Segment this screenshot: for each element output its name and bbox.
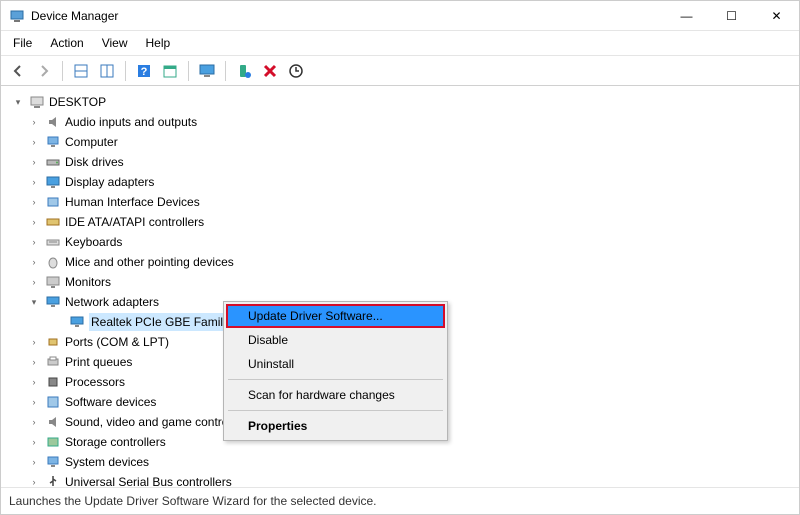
nic-icon — [69, 314, 85, 330]
toolbar-update-icon[interactable] — [285, 60, 307, 82]
ctx-separator — [228, 410, 443, 411]
hid-icon — [45, 194, 61, 210]
tree-node-disk[interactable]: ›Disk drives — [5, 152, 795, 172]
tree-node-mice[interactable]: ›Mice and other pointing devices — [5, 252, 795, 272]
computer-icon — [45, 134, 61, 150]
toolbar-grid2-icon[interactable] — [96, 60, 118, 82]
tree-node-keyboards[interactable]: ›Keyboards — [5, 232, 795, 252]
app-icon — [9, 8, 25, 24]
chevron-right-icon[interactable]: › — [27, 473, 41, 486]
titlebar: Device Manager — ☐ ✕ — [1, 1, 799, 31]
ctx-scan-hardware[interactable]: Scan for hardware changes — [226, 383, 445, 407]
toolbar-calendar-icon[interactable] — [159, 60, 181, 82]
chevron-right-icon[interactable]: › — [27, 353, 41, 371]
chevron-right-icon[interactable]: › — [27, 253, 41, 271]
toolbar-add-icon[interactable] — [233, 60, 255, 82]
ctx-separator — [228, 379, 443, 380]
context-menu: Update Driver Software... Disable Uninst… — [223, 301, 448, 441]
titlebar-left: Device Manager — [9, 8, 118, 24]
chevron-right-icon[interactable]: › — [27, 133, 41, 151]
keyboard-icon — [45, 234, 61, 250]
storage-icon — [45, 434, 61, 450]
tree-node-monitors[interactable]: ›Monitors — [5, 272, 795, 292]
chevron-right-icon[interactable]: › — [27, 193, 41, 211]
ctx-disable[interactable]: Disable — [226, 328, 445, 352]
menubar: File Action View Help — [1, 31, 799, 56]
software-icon — [45, 394, 61, 410]
toolbar-forward-button[interactable] — [33, 60, 55, 82]
sound-icon — [45, 414, 61, 430]
ctx-uninstall[interactable]: Uninstall — [226, 352, 445, 376]
toolbar-help-icon[interactable]: ? — [133, 60, 155, 82]
tree-root[interactable]: ▾ DESKTOP — [5, 92, 795, 112]
statusbar: Launches the Update Driver Software Wiza… — [1, 487, 799, 514]
toolbar-separator — [125, 61, 126, 81]
monitor-icon — [45, 274, 61, 290]
tree-node-computer[interactable]: ›Computer — [5, 132, 795, 152]
chevron-right-icon[interactable]: › — [27, 153, 41, 171]
mouse-icon — [45, 254, 61, 270]
tree-node-display[interactable]: ›Display adapters — [5, 172, 795, 192]
menu-action[interactable]: Action — [48, 34, 85, 52]
ctx-properties[interactable]: Properties — [226, 414, 445, 438]
toolbar-grid1-icon[interactable] — [70, 60, 92, 82]
tree-node-usb[interactable]: ›Universal Serial Bus controllers — [5, 472, 795, 486]
chevron-right-icon[interactable]: › — [27, 373, 41, 391]
tree-node-hid[interactable]: ›Human Interface Devices — [5, 192, 795, 212]
chevron-right-icon[interactable]: › — [27, 413, 41, 431]
audio-icon — [45, 114, 61, 130]
toolbar-separator — [225, 61, 226, 81]
chevron-right-icon[interactable]: › — [27, 393, 41, 411]
tree-node-audio[interactable]: ›Audio inputs and outputs — [5, 112, 795, 132]
menu-view[interactable]: View — [100, 34, 130, 52]
minimize-button[interactable]: — — [664, 1, 709, 31]
toolbar-monitor-icon[interactable] — [196, 60, 218, 82]
menu-file[interactable]: File — [11, 34, 34, 52]
cpu-icon — [45, 374, 61, 390]
menu-help[interactable]: Help — [144, 34, 173, 52]
maximize-button[interactable]: ☐ — [709, 1, 754, 31]
window-title: Device Manager — [31, 9, 118, 23]
chevron-right-icon[interactable]: › — [27, 233, 41, 251]
chevron-down-icon[interactable]: ▾ — [11, 93, 25, 111]
network-icon — [45, 294, 61, 310]
usb-icon — [45, 474, 61, 486]
system-icon — [45, 454, 61, 470]
tree-node-system[interactable]: ›System devices — [5, 452, 795, 472]
ide-icon — [45, 214, 61, 230]
close-button[interactable]: ✕ — [754, 1, 799, 31]
computer-icon — [29, 94, 45, 110]
chevron-right-icon[interactable]: › — [27, 273, 41, 291]
toolbar-back-button[interactable] — [7, 60, 29, 82]
toolbar-separator — [62, 61, 63, 81]
port-icon — [45, 334, 61, 350]
status-text: Launches the Update Driver Software Wiza… — [9, 494, 377, 508]
disk-icon — [45, 154, 61, 170]
toolbar-delete-icon[interactable] — [259, 60, 281, 82]
chevron-right-icon[interactable]: › — [27, 173, 41, 191]
toolbar-separator — [188, 61, 189, 81]
toolbar: ? — [1, 56, 799, 86]
display-icon — [45, 174, 61, 190]
chevron-right-icon[interactable]: › — [27, 433, 41, 451]
chevron-right-icon[interactable]: › — [27, 113, 41, 131]
tree-root-label: DESKTOP — [49, 93, 106, 111]
ctx-update-driver[interactable]: Update Driver Software... — [226, 304, 445, 328]
chevron-right-icon[interactable]: › — [27, 333, 41, 351]
window-controls: — ☐ ✕ — [664, 1, 799, 31]
svg-text:?: ? — [141, 66, 148, 78]
chevron-down-icon[interactable]: ▾ — [27, 293, 41, 311]
tree-node-ide[interactable]: ›IDE ATA/ATAPI controllers — [5, 212, 795, 232]
printer-icon — [45, 354, 61, 370]
chevron-right-icon[interactable]: › — [27, 213, 41, 231]
chevron-right-icon[interactable]: › — [27, 453, 41, 471]
